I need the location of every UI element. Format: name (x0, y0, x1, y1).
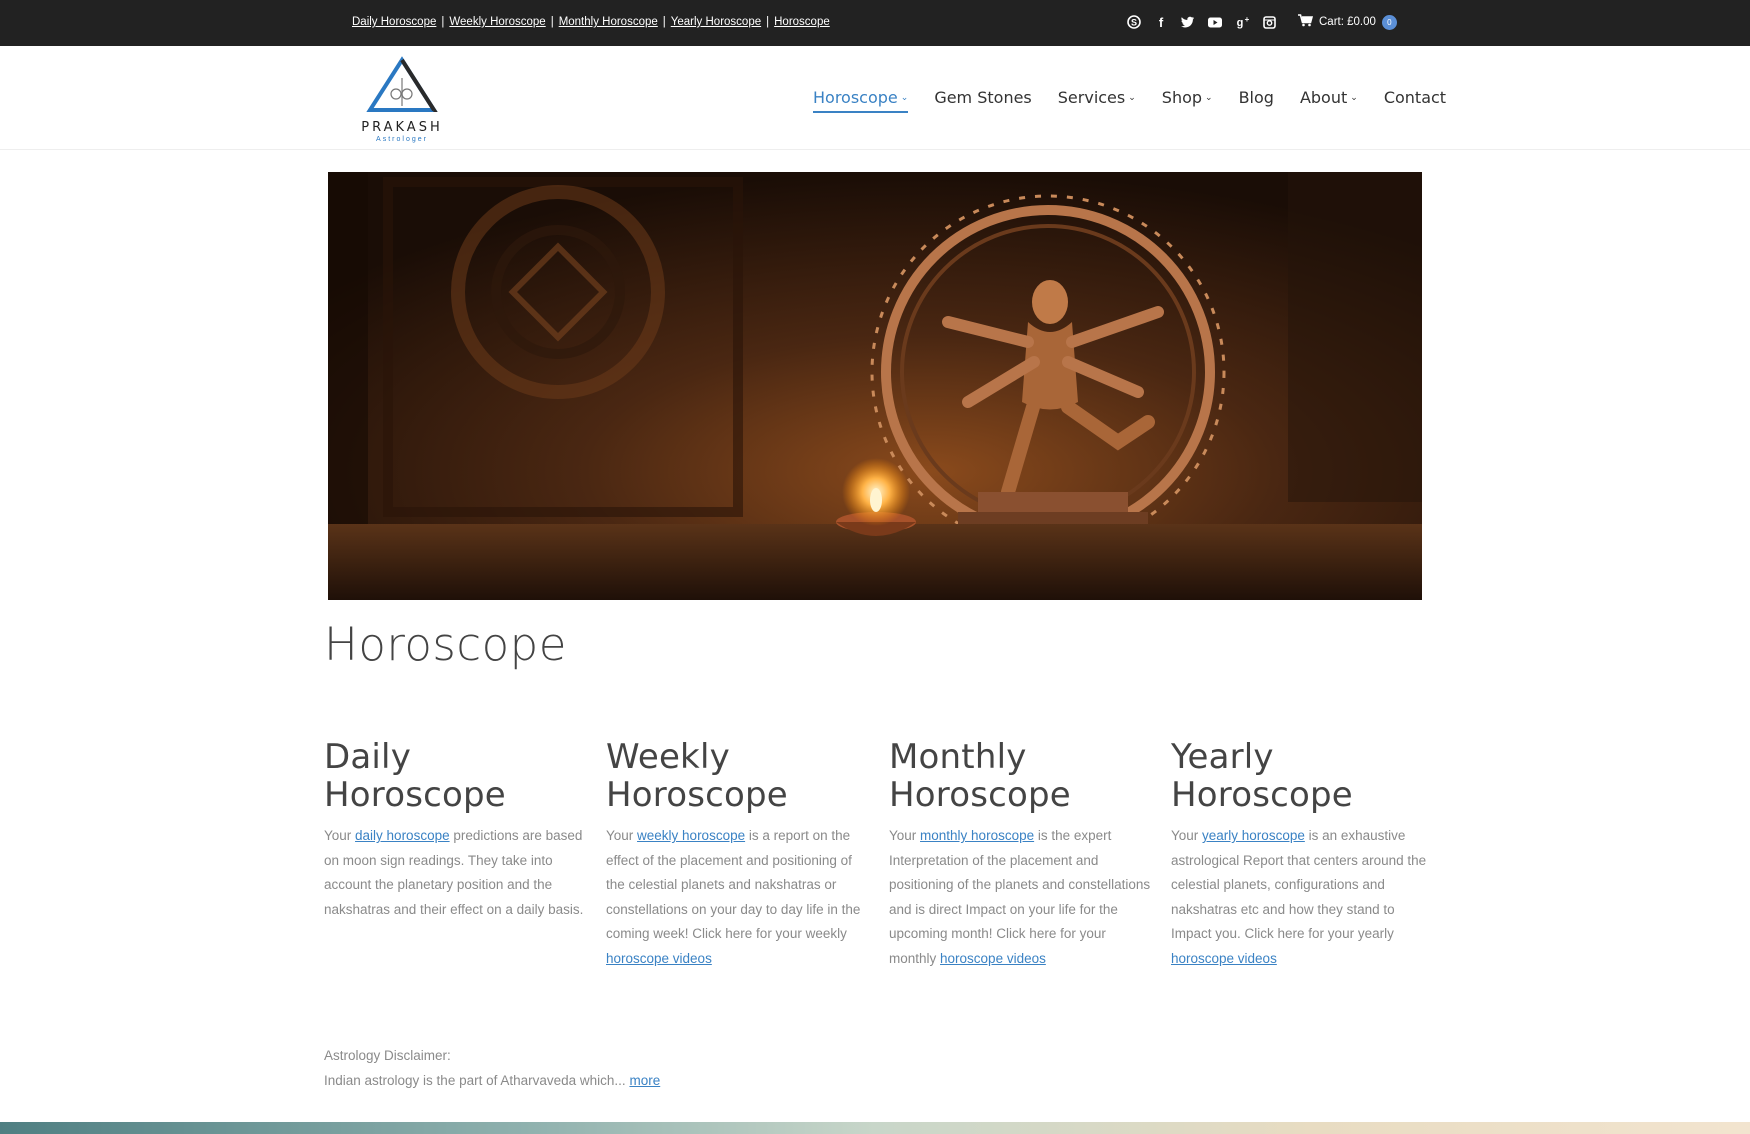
nav-item-gem-stones[interactable]: Gem Stones (934, 88, 1031, 107)
cart-button[interactable]: Cart: £0.00 0 (1298, 14, 1397, 30)
footer-banner-strip (0, 1122, 1750, 1134)
yearly-horoscope-section: Yearly Horoscope Your yearly horoscope i… (1171, 738, 1433, 971)
nav-label: Gem Stones (934, 88, 1032, 107)
section-heading: Monthly Horoscope (889, 737, 1071, 815)
text-fragment: Your (889, 828, 921, 843)
text-fragment: is a report on the effect of the placeme… (606, 828, 861, 941)
section-text: Your weekly horoscope is a report on the… (606, 824, 868, 971)
disclaimer-label: Astrology Disclaimer: (324, 1048, 451, 1063)
disclaimer-text: Indian astrology is the part of Atharvav… (324, 1072, 626, 1088)
facebook-icon[interactable]: f (1153, 14, 1169, 30)
weekly-horoscope-videos-link[interactable]: horoscope videos (606, 951, 712, 966)
text-fragment: Your (324, 828, 356, 843)
top-link-yearly-horoscope[interactable]: Yearly Horoscope (671, 16, 761, 28)
youtube-icon[interactable] (1207, 14, 1223, 30)
separator: | (550, 16, 554, 28)
skype-icon[interactable]: S (1126, 14, 1142, 30)
chevron-down-icon: ⌄ (1350, 92, 1358, 103)
section-text: Your daily horoscope predictions are bas… (324, 824, 586, 922)
nav-item-about[interactable]: About ⌄ (1300, 88, 1358, 107)
section-text: Your monthly horoscope is the expert Int… (889, 824, 1151, 971)
chevron-down-icon: ⌄ (1205, 92, 1213, 103)
daily-horoscope-link[interactable]: daily horoscope (355, 828, 450, 843)
separator: | (766, 16, 770, 28)
daily-horoscope-section: Daily Horoscope Your daily horoscope pre… (324, 738, 586, 922)
instagram-icon[interactable] (1261, 14, 1277, 30)
cart-count-badge: 0 (1381, 14, 1397, 30)
top-link-weekly-horoscope[interactable]: Weekly Horoscope (449, 16, 545, 28)
nataraja-statue-image (328, 172, 1422, 600)
top-links: Daily Horoscope | Weekly Horoscope | Monthly… (352, 16, 830, 28)
nav-label: Shop (1161, 88, 1203, 107)
nav-item-shop[interactable]: Shop ⌄ (1162, 88, 1213, 107)
nav-label: Services (1057, 88, 1126, 107)
twitter-icon[interactable] (1180, 14, 1196, 30)
weekly-horoscope-link[interactable]: weekly horoscope (637, 828, 745, 843)
logo-triangle-icon (366, 56, 438, 112)
disclaimer-more-link[interactable]: more (629, 1073, 660, 1088)
chevron-down-icon: ⌄ (1128, 92, 1136, 103)
monthly-horoscope-section: Monthly Horoscope Your monthly horoscope… (889, 738, 1151, 971)
text-fragment: is an exhaustive astrological Report tha… (1171, 828, 1427, 941)
nav-label: Blog (1238, 88, 1274, 107)
monthly-horoscope-videos-link[interactable]: horoscope videos (940, 951, 1046, 966)
svg-text:+: + (1245, 15, 1250, 24)
top-link-monthly-horoscope[interactable]: Monthly Horoscope (559, 16, 658, 28)
monthly-horoscope-link[interactable]: monthly horoscope (920, 828, 1034, 843)
text-fragment: is the expert Interpretation of the plac… (889, 828, 1151, 966)
main-nav: Horoscope ⌄ Gem Stones Services ⌄ Shop ⌄ Bl… (813, 88, 1472, 113)
cart-label: Cart: £0.00 (1319, 16, 1376, 28)
section-heading: Weekly Horoscope (606, 737, 788, 815)
yearly-horoscope-videos-link[interactable]: horoscope videos (1171, 951, 1277, 966)
yearly-horoscope-link[interactable]: yearly horoscope (1202, 828, 1305, 843)
page-title: Horoscope (324, 618, 567, 671)
site-header: PRAKASH Astrologer Horoscope ⌄ Gem Stones… (0, 46, 1750, 150)
svg-text:g: g (1237, 17, 1244, 29)
nav-item-contact[interactable]: Contact (1384, 88, 1446, 107)
nav-item-blog[interactable]: Blog (1239, 88, 1274, 107)
separator: | (662, 16, 666, 28)
text-fragment: Your (606, 828, 638, 843)
section-text: Your yearly horoscope is an exhaustive a… (1171, 824, 1433, 971)
text-fragment: Your (1171, 828, 1203, 843)
top-link-daily-horoscope[interactable]: Daily Horoscope (352, 16, 436, 28)
google-plus-icon[interactable]: g + (1234, 14, 1250, 30)
nav-item-horoscope[interactable]: Horoscope ⌄ (813, 88, 909, 113)
chevron-down-icon: ⌄ (900, 92, 909, 103)
section-heading: Yearly Horoscope (1171, 737, 1353, 815)
logo-subtext: Astrologer (376, 136, 428, 143)
astrology-disclaimer: Astrology Disclaimer: Indian astrology i… (324, 1044, 660, 1093)
top-bar: Daily Horoscope | Weekly Horoscope | Monthly… (0, 0, 1750, 46)
nav-item-services[interactable]: Services ⌄ (1058, 88, 1136, 107)
svg-text:S: S (1131, 18, 1137, 28)
social-icons: S f g + (1126, 14, 1277, 30)
svg-text:f: f (1159, 15, 1164, 29)
top-link-horoscope[interactable]: Horoscope (774, 16, 830, 28)
section-heading: Daily Horoscope (324, 737, 506, 815)
hero-image (328, 172, 1422, 600)
weekly-horoscope-section: Weekly Horoscope Your weekly horoscope i… (606, 738, 868, 971)
site-logo[interactable]: PRAKASH Astrologer (352, 54, 452, 143)
disclaimer-body: Indian astrology is the part of Atharvav… (324, 1069, 660, 1094)
nav-label: About (1299, 88, 1348, 107)
logo-wordmark: PRAKASH (361, 120, 443, 135)
separator: | (441, 16, 445, 28)
nav-label: Horoscope (813, 88, 898, 107)
nav-label: Contact (1383, 88, 1447, 107)
cart-icon (1298, 14, 1314, 30)
